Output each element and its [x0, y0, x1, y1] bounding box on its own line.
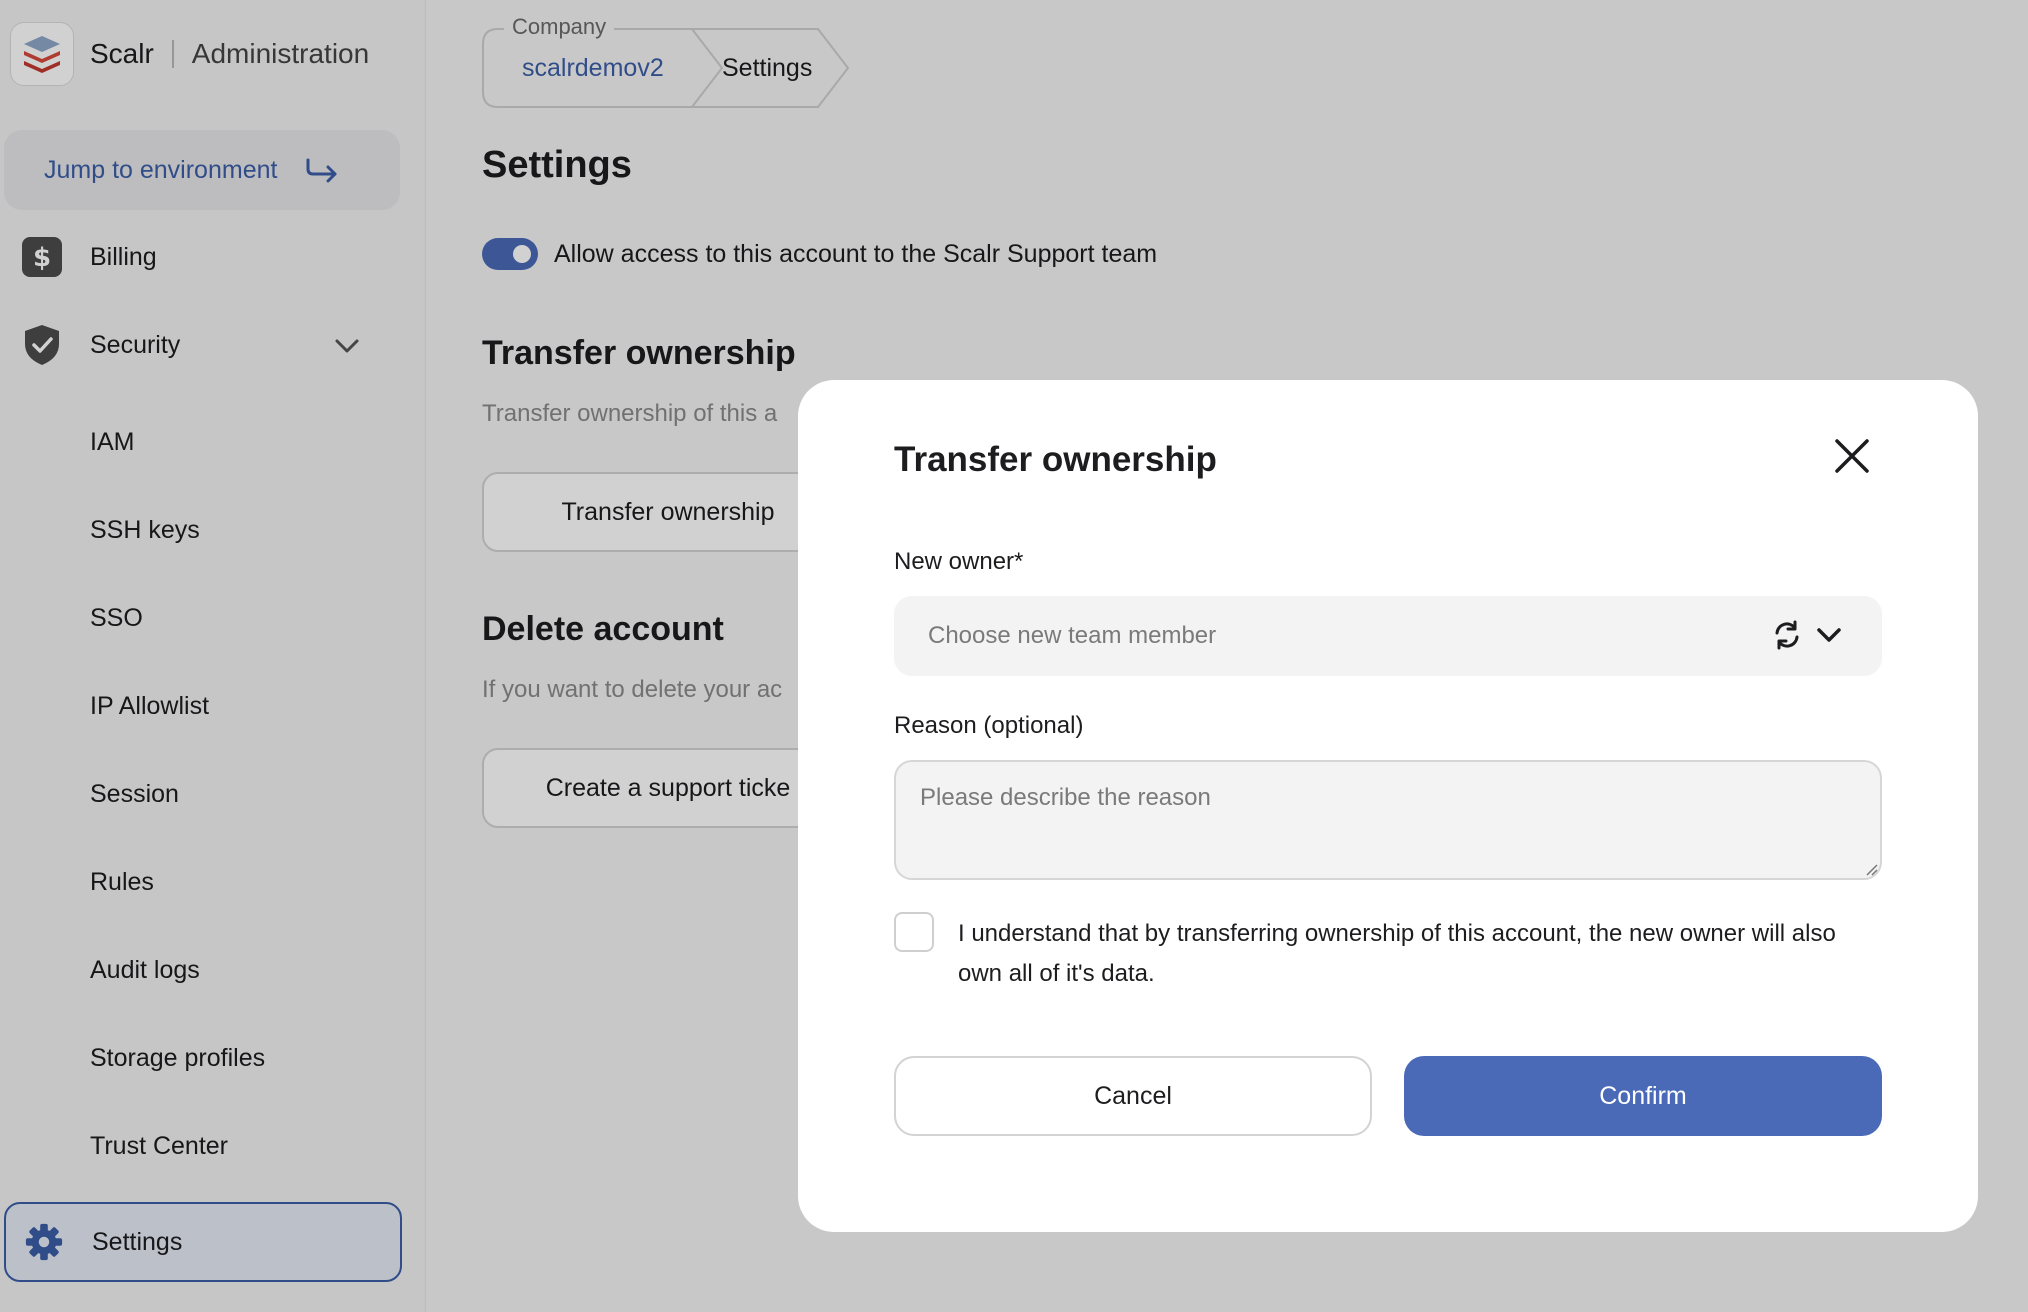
new-owner-label: New owner*: [894, 548, 1024, 575]
acknowledge-text: I understand that by transferring owners…: [958, 920, 1836, 987]
cancel-button[interactable]: Cancel: [894, 1056, 1372, 1136]
acknowledge-checkbox[interactable]: [894, 912, 934, 952]
close-icon[interactable]: [1830, 434, 1874, 478]
new-owner-placeholder: Choose new team member: [928, 622, 1217, 649]
new-owner-select[interactable]: Choose new team member: [894, 596, 1882, 676]
reason-textarea[interactable]: [894, 760, 1882, 880]
transfer-ownership-dialog: Transfer ownership New owner* Choose new…: [798, 380, 1978, 1232]
select-icons: [1772, 620, 1842, 655]
dialog-title: Transfer ownership: [894, 440, 1217, 479]
app-root: Scalr Administration Jump to environment…: [0, 0, 2028, 1312]
chevron-down-icon[interactable]: [1816, 627, 1842, 648]
refresh-icon[interactable]: [1772, 620, 1802, 655]
reason-label: Reason (optional): [894, 712, 1084, 739]
resize-grip-icon[interactable]: [1864, 862, 1878, 881]
confirm-button[interactable]: Confirm: [1404, 1056, 1882, 1136]
